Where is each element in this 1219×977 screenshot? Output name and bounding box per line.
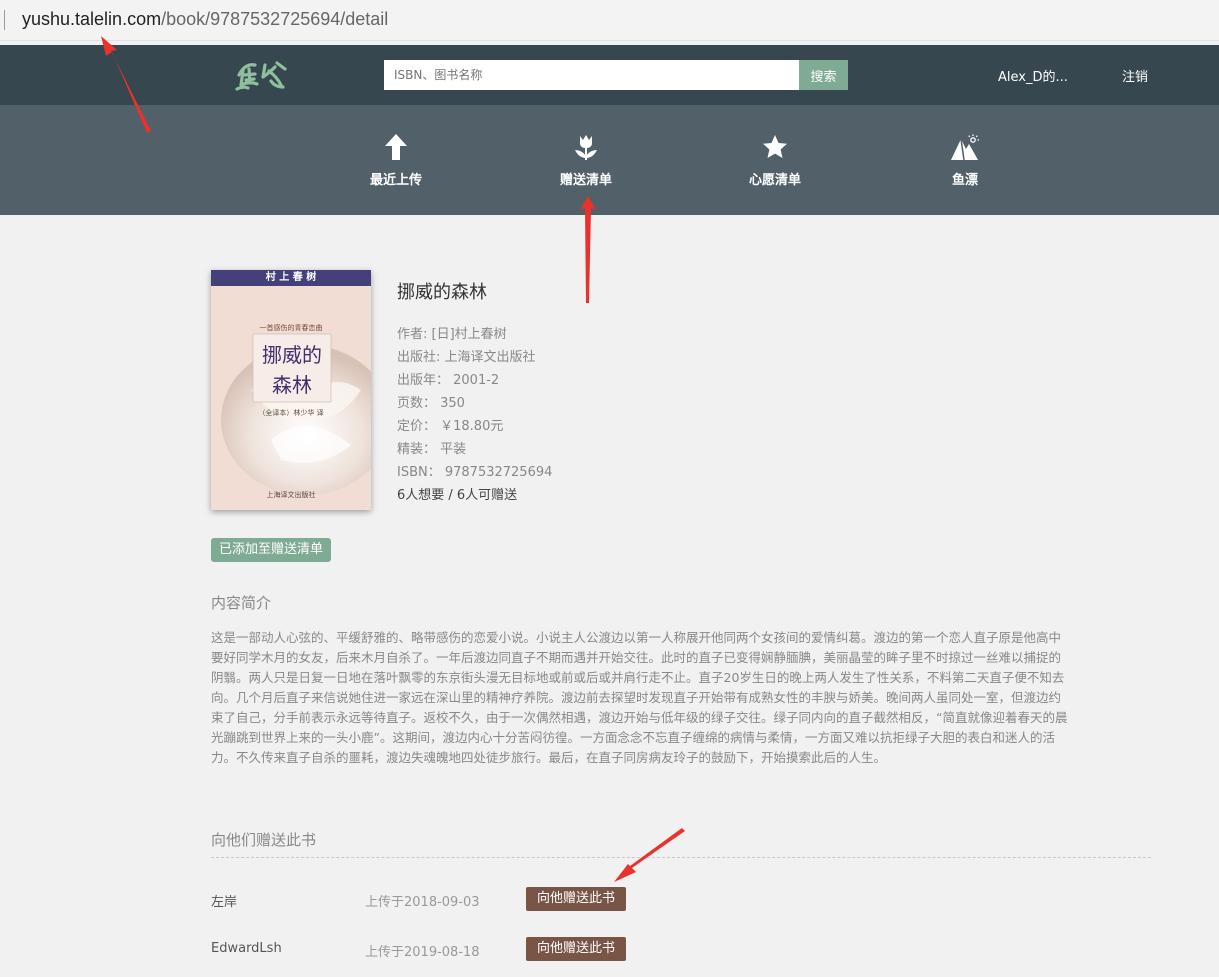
- book-price: 定价： ￥18.80元: [397, 419, 504, 434]
- cover-subtitle: 一首感伤的青春恋曲: [259, 324, 323, 332]
- summary-text: 这是一部动人心弦的、平缓舒雅的、略带感伤的恋爱小说。小说主人公渡边以第一人称展开…: [211, 630, 1068, 765]
- browser-address-bar[interactable]: yushu.talelin.com/book/9787532725694/det…: [0, 0, 1219, 41]
- nav-label: 心愿清单: [748, 173, 801, 188]
- donor-upload-date: 上传于2019-08-18: [365, 945, 480, 960]
- search-bar: 搜索: [384, 60, 848, 90]
- nav-label: 最近上传: [369, 173, 422, 188]
- nav-label: 鱼漂: [951, 173, 978, 188]
- url-path: /book/9787532725694/detail: [161, 9, 389, 29]
- book-cover-image: 村 上 春 树 一首感伤的青春恋曲 挪威的 森林 （全译本）林少华 译 上海译文…: [211, 270, 371, 510]
- book-pages: 页数： 350: [397, 396, 465, 411]
- donor-name[interactable]: 左岸: [211, 891, 237, 910]
- url-text[interactable]: yushu.talelin.com/book/9787532725694/det…: [22, 9, 388, 30]
- nav-gift-list[interactable]: 赠送清单: [526, 133, 646, 188]
- cover-title-line2: 森林: [272, 373, 312, 397]
- book-isbn: ISBN： 9787532725694: [397, 465, 553, 480]
- logo-calligraphy-icon: [235, 61, 287, 91]
- book-author: 作者: [日]村上春树: [397, 327, 507, 342]
- book-publisher: 出版社: 上海译文出版社: [397, 350, 536, 365]
- mountain-icon: [951, 134, 979, 161]
- nav-label: 赠送清单: [559, 173, 612, 188]
- cover-author: 村 上 春 树: [265, 272, 317, 283]
- tulip-icon: [575, 135, 597, 160]
- cover-translator: （全译本）林少华 译: [258, 409, 324, 417]
- book-stats: 6人想要 / 6人可赠送: [397, 488, 518, 503]
- annotation-arrow-gift: [614, 828, 685, 882]
- nav-wish-list[interactable]: 心愿清单: [715, 133, 835, 188]
- cover-title-line1: 挪威的: [262, 343, 322, 367]
- donor-name[interactable]: EdwardLsh: [211, 941, 282, 956]
- user-name-link[interactable]: Alex_D的...: [998, 66, 1068, 85]
- site-logo[interactable]: [233, 55, 293, 95]
- book-pubdate: 出版年： 2001-2: [397, 373, 500, 388]
- search-button[interactable]: 搜索: [799, 60, 848, 90]
- send-book-button[interactable]: 向他赠送此书: [526, 887, 626, 911]
- logout-link[interactable]: 注销: [1122, 66, 1148, 85]
- nav-recent-uploads[interactable]: 最近上传: [336, 133, 456, 188]
- donor-upload-date: 上传于2018-09-03: [365, 895, 480, 910]
- url-host: yushu.talelin.com: [22, 9, 162, 29]
- search-input[interactable]: [384, 60, 799, 90]
- book-title: 挪威的森林: [397, 282, 487, 303]
- main-nav: 最近上传 赠送清单 心愿清单 鱼漂: [0, 105, 1219, 215]
- added-to-gift-list-button[interactable]: 已添加至赠送清单: [211, 538, 332, 562]
- address-bar-edge: [0, 10, 5, 30]
- section-divider: [211, 857, 1151, 858]
- top-header: 搜索 Alex_D的... 注销: [0, 45, 1219, 105]
- send-book-button[interactable]: 向他赠送此书: [526, 937, 626, 961]
- book-binding: 精装： 平装: [397, 442, 467, 457]
- cover-title: 挪威的 森林: [253, 340, 331, 400]
- summary-heading: 内容简介: [211, 594, 272, 612]
- arrow-up-icon: [385, 134, 407, 160]
- donors-heading: 向他们赠送此书: [211, 831, 317, 849]
- star-icon: [763, 135, 787, 158]
- cover-publisher: 上海译文出版社: [266, 491, 316, 499]
- nav-drift[interactable]: 鱼漂: [905, 133, 1025, 188]
